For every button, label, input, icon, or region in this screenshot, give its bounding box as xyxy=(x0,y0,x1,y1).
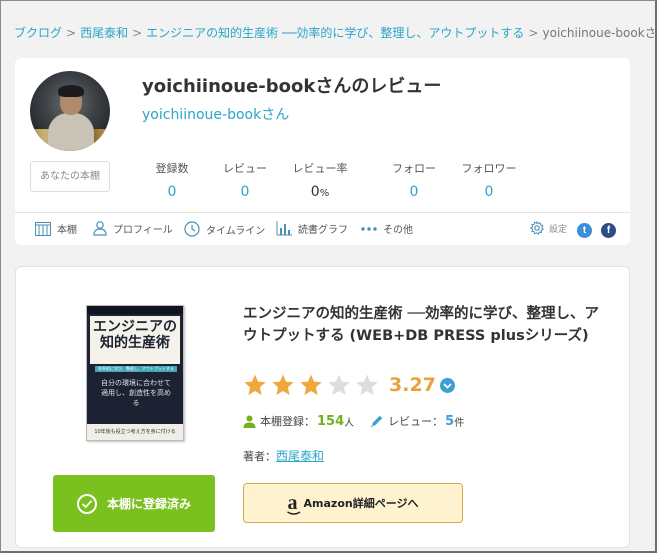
breadcrumb-current: yoichiinoue-bookさんの xyxy=(542,26,655,40)
nav-bookshelf[interactable]: 本棚 xyxy=(35,221,77,236)
author-line: 著者：西尾泰和 xyxy=(243,449,325,463)
breadcrumb-link-booklog[interactable]: ブクログ xyxy=(14,26,62,40)
star-filled-icon xyxy=(244,374,266,395)
profile-nav: 本棚 プロフィール タイムライン 読書グラフ その他 設定 t f xyxy=(15,212,630,245)
rating: 3.27 xyxy=(243,373,455,397)
star-empty-icon xyxy=(356,374,378,395)
stat-follow[interactable]: フォロー 0 xyxy=(391,160,437,200)
person-icon xyxy=(243,415,256,428)
more-dots-icon xyxy=(361,226,377,231)
cover-subtitle: 効率的に学び、整理し、アウトプットする xyxy=(95,366,177,372)
amazon-button[interactable]: a Amazon詳細ページへ xyxy=(243,483,463,523)
nav-reading-graph[interactable]: 読書グラフ xyxy=(276,221,348,236)
book-counts: 本棚登録： 154 人 レビュー： 5 件 xyxy=(243,413,480,429)
book-title: エンジニアの知的生産術 ──効率的に学び、整理し、アウトプットする (WEB+D… xyxy=(243,306,600,344)
stat-review-rate: レビュー率 0% xyxy=(292,162,348,200)
nav-more[interactable]: その他 xyxy=(361,221,413,236)
book-cover[interactable]: エンジニアの 知的生産術 効率的に学び、整理し、アウトプットする 自分の環境に合… xyxy=(86,305,184,441)
pencil-icon xyxy=(370,415,383,428)
cover-tagline: 自分の環境に合わせて適用し、創造性を高める xyxy=(101,379,171,407)
user-link[interactable]: yoichiinoue-bookさん xyxy=(142,104,289,124)
bar-chart-icon xyxy=(276,221,292,236)
book-card: エンジニアの 知的生産術 効率的に学び、整理し、アウトプットする 自分の環境に合… xyxy=(15,266,630,548)
facebook-icon[interactable]: f xyxy=(601,223,616,238)
review-count[interactable]: 5 xyxy=(445,414,454,429)
settings-link[interactable]: 設定 xyxy=(529,221,567,235)
profile-card: あなたの本棚 yoichiinoue-bookさんのレビュー yoichiino… xyxy=(15,58,630,245)
shelf-count-label: 本棚登録： xyxy=(260,415,315,428)
nav-timeline[interactable]: タイムライン xyxy=(184,221,265,237)
clock-icon xyxy=(184,221,200,237)
review-count-label: レビュー： xyxy=(388,415,444,428)
amazon-logo-icon: a xyxy=(286,492,300,515)
person-icon xyxy=(93,221,107,236)
star-filled-icon xyxy=(300,374,322,395)
star-filled-icon xyxy=(272,374,294,395)
author-link[interactable]: 西尾泰和 xyxy=(276,449,324,463)
cover-footer: 10年後も役立つ考え方を身に付ける xyxy=(87,424,183,440)
gear-icon xyxy=(529,221,544,235)
page-title: yoichiinoue-bookさんのレビュー xyxy=(142,76,442,97)
shelf-count: 154 xyxy=(317,413,345,429)
breadcrumb-link-book[interactable]: エンジニアの知的生産術 ──効率的に学び、整理し、アウトプットする xyxy=(146,26,524,40)
stat-reviews[interactable]: レビュー 0 xyxy=(223,160,267,200)
rating-score: 3.27 xyxy=(389,374,436,396)
cover-title: エンジニアの 知的生産術 xyxy=(90,316,180,364)
chevron-down-icon[interactable] xyxy=(439,377,455,393)
your-shelf-button[interactable]: あなたの本棚 xyxy=(30,161,110,192)
nav-profile[interactable]: プロフィール xyxy=(93,221,173,236)
stat-registered[interactable]: 登録数 0 xyxy=(155,160,189,200)
stat-followers[interactable]: フォロワー 0 xyxy=(459,160,519,200)
breadcrumb-link-author[interactable]: 西尾泰和 xyxy=(80,26,128,40)
twitter-icon[interactable]: t xyxy=(577,223,592,238)
star-empty-icon xyxy=(328,374,350,395)
bookshelf-icon xyxy=(35,221,51,236)
avatar[interactable] xyxy=(30,71,110,151)
check-circle-icon xyxy=(76,493,97,514)
breadcrumb: ブクログ > 西尾泰和 > エンジニアの知的生産術 ──効率的に学び、整理し、アウトプッ… xyxy=(14,24,654,41)
registered-button[interactable]: 本棚に登録済み xyxy=(53,475,215,532)
